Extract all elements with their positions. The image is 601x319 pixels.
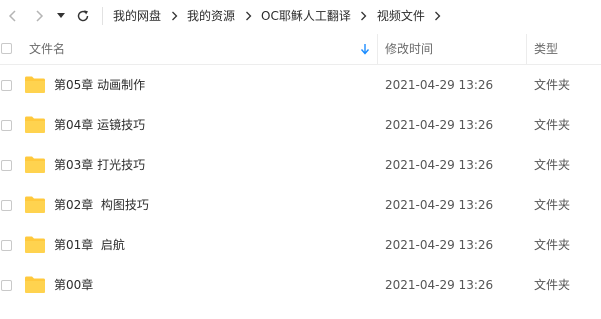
file-type: 文件夹 <box>534 198 571 212</box>
folder-icon <box>25 236 45 253</box>
file-list: 第05章 动画制作 2021-04-29 13:26 文件夹 第04章 运镜技巧… <box>0 65 601 305</box>
column-divider[interactable] <box>526 34 527 64</box>
folder-icon <box>25 76 45 93</box>
file-modified: 2021-04-29 13:26 <box>385 198 494 212</box>
back-button[interactable] <box>2 4 24 28</box>
breadcrumb-item[interactable]: OC耶稣人工翻译 <box>255 0 357 32</box>
file-name: 第04章 运镜技巧 <box>54 118 146 132</box>
folder-icon <box>25 196 45 213</box>
file-modified: 2021-04-29 13:26 <box>385 278 494 292</box>
file-row[interactable]: 第04章 运镜技巧 2021-04-29 13:26 文件夹 <box>0 105 601 145</box>
row-checkbox[interactable] <box>1 160 12 171</box>
file-row[interactable]: 第01章 启航 2021-04-29 13:26 文件夹 <box>0 225 601 265</box>
file-row[interactable]: 第00章 2021-04-29 13:26 文件夹 <box>0 265 601 305</box>
file-name: 第03章 打光技巧 <box>54 158 146 172</box>
row-checkbox[interactable] <box>1 120 12 131</box>
column-header: 文件名 修改时间 类型 <box>0 34 601 65</box>
file-modified: 2021-04-29 13:26 <box>385 78 494 92</box>
breadcrumb-item[interactable]: 我的资源 <box>181 0 241 32</box>
file-name: 第05章 动画制作 <box>54 78 146 92</box>
refresh-button[interactable] <box>72 4 94 28</box>
row-checkbox[interactable] <box>1 280 12 291</box>
file-type: 文件夹 <box>534 238 571 252</box>
column-header-name[interactable]: 文件名 <box>29 34 65 64</box>
forward-button[interactable] <box>28 4 50 28</box>
breadcrumb-separator-icon <box>241 0 255 32</box>
chevron-right-icon <box>36 10 44 22</box>
file-row[interactable]: 第03章 打光技巧 2021-04-29 13:26 文件夹 <box>0 145 601 185</box>
file-type: 文件夹 <box>534 78 571 92</box>
breadcrumb-item-current[interactable]: 视频文件 <box>371 0 431 32</box>
toolbar-divider <box>102 7 103 25</box>
file-modified: 2021-04-29 13:26 <box>385 238 494 252</box>
column-divider[interactable] <box>377 34 378 64</box>
file-row[interactable]: 第02章 构图技巧 2021-04-29 13:26 文件夹 <box>0 185 601 225</box>
sort-down-arrow-icon[interactable] <box>360 43 370 55</box>
file-name: 第01章 启航 <box>54 238 125 252</box>
history-dropdown-button[interactable] <box>54 4 68 28</box>
file-name: 第00章 <box>54 278 94 292</box>
breadcrumb: 我的网盘 我的资源 OC耶稣人工翻译 视频文件 <box>107 0 445 32</box>
select-all-checkbox[interactable] <box>1 43 12 54</box>
file-name: 第02章 构图技巧 <box>54 198 149 212</box>
breadcrumb-separator-icon <box>357 0 371 32</box>
file-type: 文件夹 <box>534 158 571 172</box>
folder-icon <box>25 156 45 173</box>
file-type: 文件夹 <box>534 118 571 132</box>
file-modified: 2021-04-29 13:26 <box>385 118 494 132</box>
chevron-left-icon <box>8 10 16 22</box>
folder-icon <box>25 276 45 293</box>
caret-down-icon <box>57 13 65 18</box>
navigation-bar: 我的网盘 我的资源 OC耶稣人工翻译 视频文件 <box>0 0 601 32</box>
row-checkbox[interactable] <box>1 200 12 211</box>
breadcrumb-separator-icon <box>167 0 181 32</box>
folder-icon <box>25 116 45 133</box>
breadcrumb-separator-icon[interactable] <box>431 0 445 32</box>
file-row[interactable]: 第05章 动画制作 2021-04-29 13:26 文件夹 <box>0 65 601 105</box>
file-modified: 2021-04-29 13:26 <box>385 158 494 172</box>
refresh-icon <box>77 10 89 22</box>
column-header-type[interactable]: 类型 <box>534 34 558 64</box>
row-checkbox[interactable] <box>1 240 12 251</box>
breadcrumb-item[interactable]: 我的网盘 <box>107 0 167 32</box>
column-header-modified[interactable]: 修改时间 <box>385 34 433 64</box>
file-type: 文件夹 <box>534 278 571 292</box>
row-checkbox[interactable] <box>1 80 12 91</box>
file-browser: 我的网盘 我的资源 OC耶稣人工翻译 视频文件 文件名 修改时间 类型 第05章… <box>0 0 601 319</box>
